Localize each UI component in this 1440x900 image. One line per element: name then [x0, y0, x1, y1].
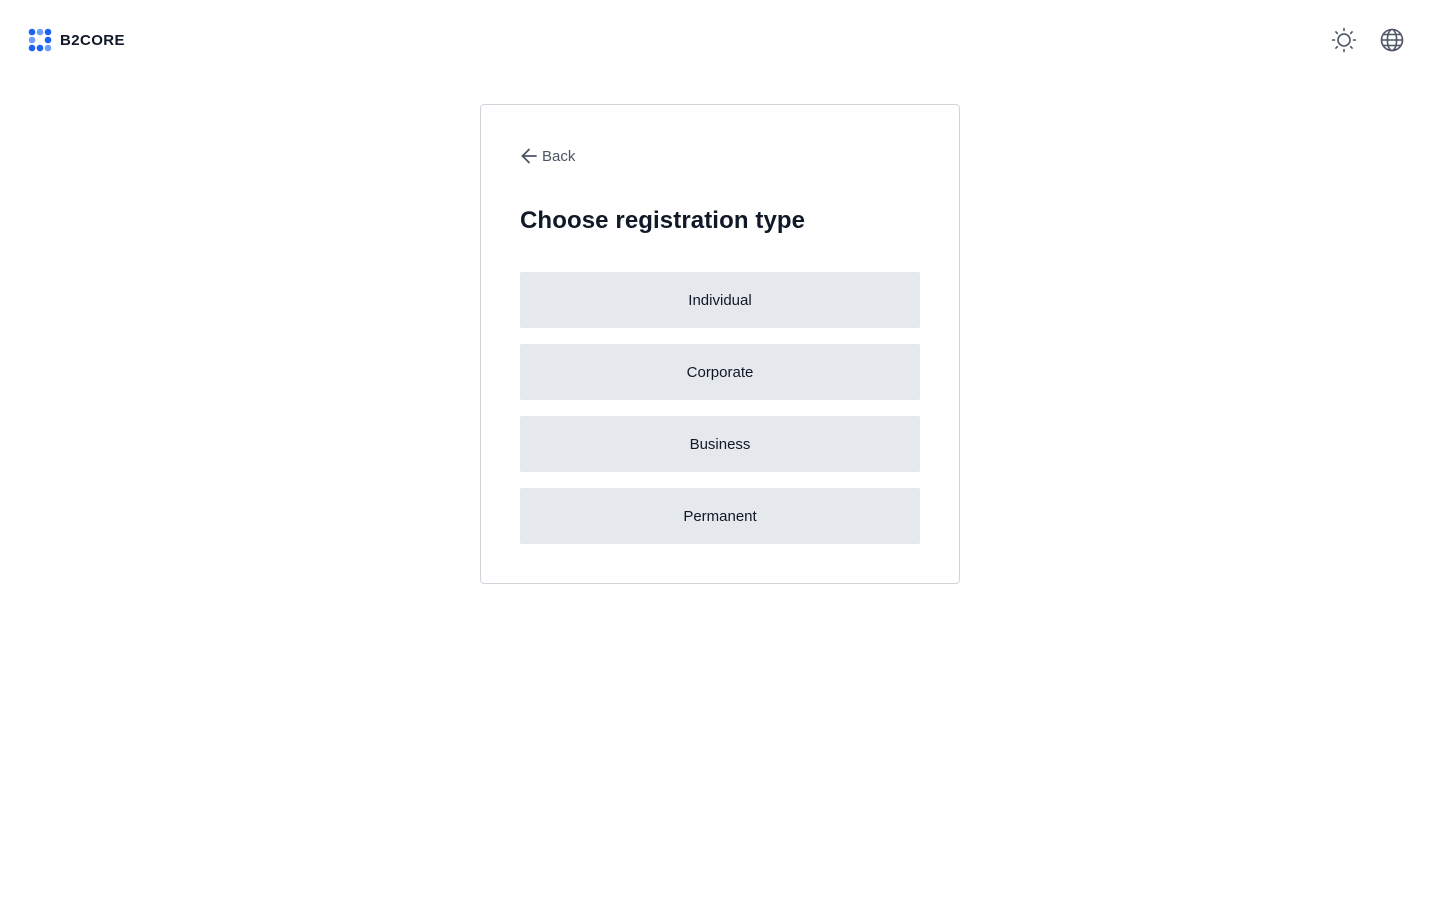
brand-logo[interactable]: B2CORE: [28, 28, 125, 52]
sun-icon: [1331, 27, 1357, 53]
brand-name: B2CORE: [60, 31, 125, 49]
back-label: Back: [542, 147, 576, 165]
top-header: B2CORE: [0, 0, 1440, 80]
individual-option-button[interactable]: Individual: [520, 272, 920, 328]
theme-toggle-button[interactable]: [1330, 26, 1358, 54]
registration-type-card: Back Choose registration type Individual…: [480, 104, 960, 584]
back-link[interactable]: Back: [520, 147, 575, 165]
registration-options: Individual Corporate Business Permanent: [520, 272, 920, 560]
business-option-button[interactable]: Business: [520, 416, 920, 472]
language-switcher-button[interactable]: [1378, 26, 1406, 54]
b2core-logo-icon: [28, 28, 52, 52]
page-title: Choose registration type: [520, 207, 806, 234]
globe-icon: [1380, 28, 1404, 52]
arrow-left-icon: [521, 148, 537, 164]
permanent-option-button[interactable]: Permanent: [520, 488, 920, 544]
corporate-option-button[interactable]: Corporate: [520, 344, 920, 400]
